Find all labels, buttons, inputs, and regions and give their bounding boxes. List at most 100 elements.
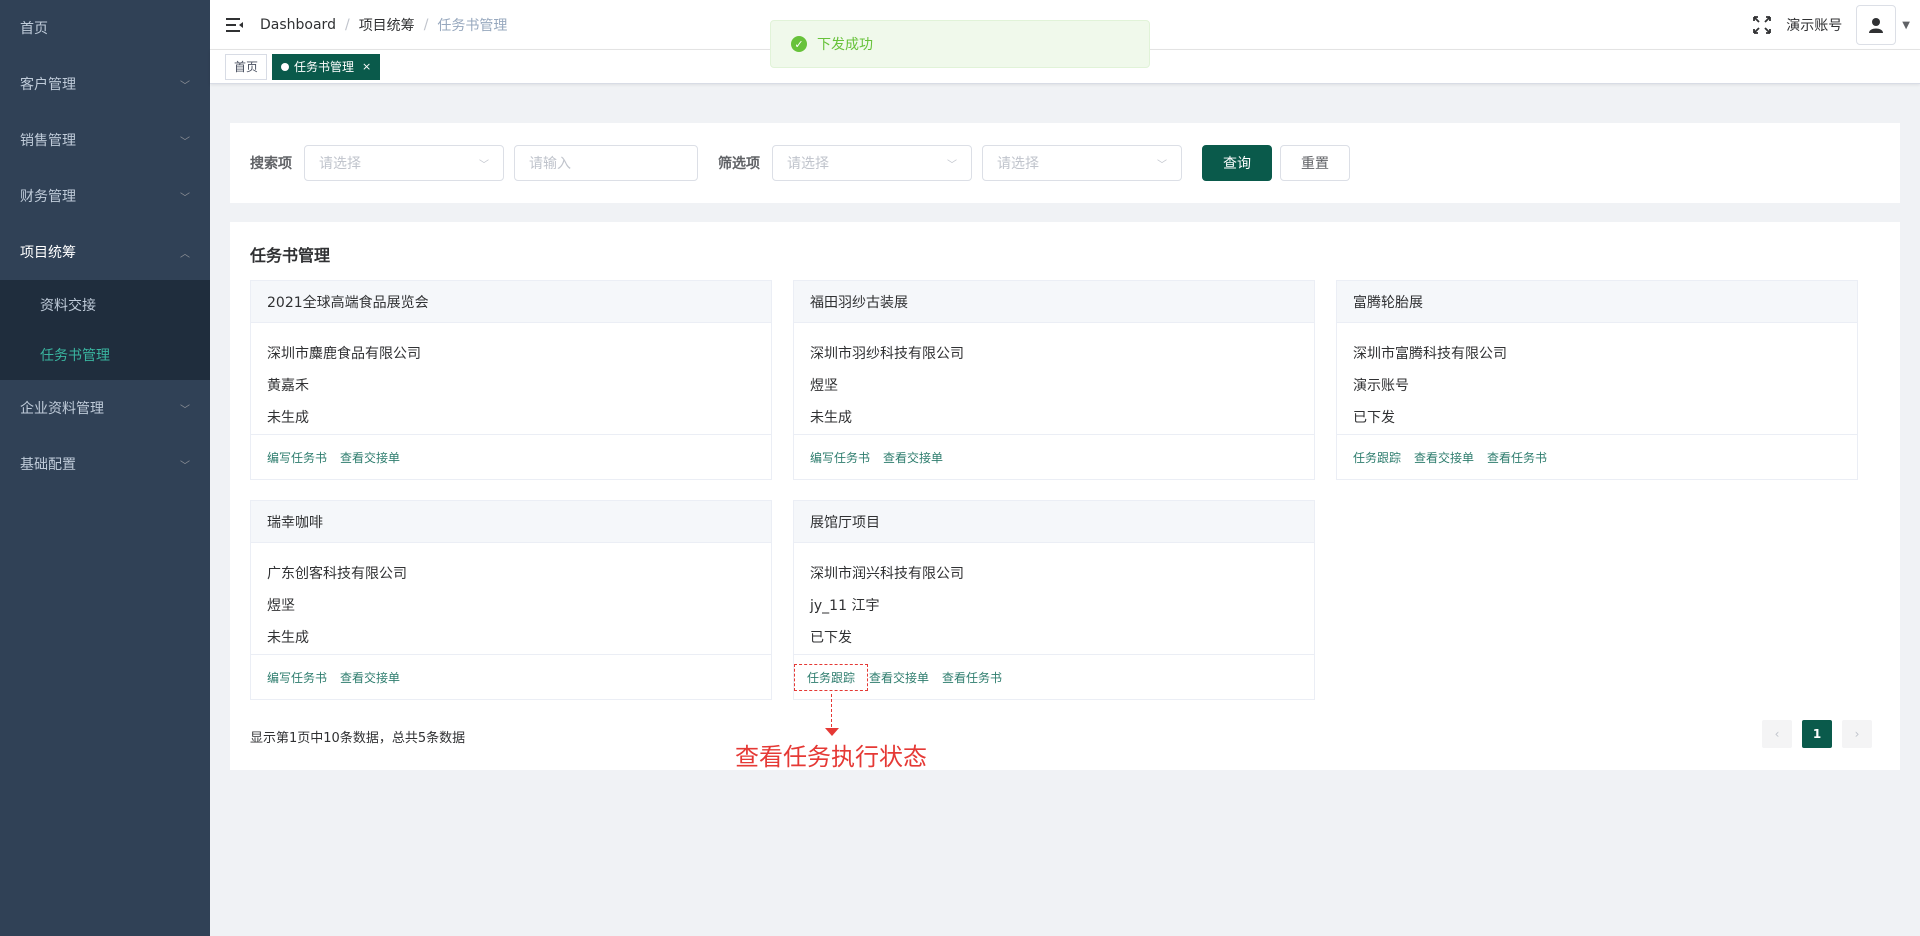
task-tracking-link[interactable]: 任务跟踪 <box>1353 449 1401 466</box>
submenu-item-handover[interactable]: 资料交接 <box>0 280 210 330</box>
tag-home[interactable]: 首页 <box>225 53 268 80</box>
card-body: 深圳市羽纱科技有限公司 煜坚 未生成 <box>794 323 1314 435</box>
card-body: 深圳市麋鹿食品有限公司 黄嘉禾 未生成 <box>251 323 771 435</box>
filter-label: 筛选项 <box>718 156 760 172</box>
menu-item-sales[interactable]: 销售管理 ﹀ <box>0 112 210 168</box>
card-title: 富腾轮胎展 <box>1337 281 1857 323</box>
menu-label: 销售管理 <box>20 133 76 149</box>
view-handover-link[interactable]: 查看交接单 <box>1414 449 1474 466</box>
close-icon[interactable]: × <box>362 55 371 79</box>
success-toast: ✓ 下发成功 <box>770 20 1150 68</box>
chevron-down-icon: ﹀ <box>180 136 190 148</box>
card-status: 已下发 <box>810 630 852 646</box>
menu-label: 客户管理 <box>20 77 76 93</box>
card-actions: 编写任务书 查看交接单 <box>251 435 771 479</box>
breadcrumb-project[interactable]: 项目统筹 <box>359 15 415 35</box>
filter-select-2[interactable]: 请选择 ﹀ <box>982 145 1182 181</box>
view-taskbook-link[interactable]: 查看任务书 <box>942 669 1002 686</box>
taskbook-card: 富腾轮胎展 深圳市富腾科技有限公司 演示账号 已下发 任务跟踪 查看交接单 查看… <box>1336 280 1858 480</box>
view-handover-link[interactable]: 查看交接单 <box>340 669 400 686</box>
select-placeholder: 请选择 <box>997 156 1039 172</box>
panel-title: 任务书管理 <box>250 246 331 265</box>
card-status: 未生成 <box>267 630 309 646</box>
tag-label: 首页 <box>234 59 259 74</box>
breadcrumb-current: 任务书管理 <box>437 17 508 34</box>
chevron-down-icon: ﹀ <box>180 192 190 204</box>
menu-label: 财务管理 <box>20 189 76 205</box>
query-button[interactable]: 查询 <box>1202 145 1272 181</box>
user-name[interactable]: 演示账号 <box>1786 15 1842 35</box>
user-avatar-dropdown[interactable]: ▼ <box>1856 5 1910 45</box>
card-title: 福田羽纱古装展 <box>794 281 1314 323</box>
card-body: 深圳市富腾科技有限公司 演示账号 已下发 <box>1337 323 1857 435</box>
view-handover-link[interactable]: 查看交接单 <box>869 669 929 686</box>
breadcrumb: Dashboard / 项目统筹 / 任务书管理 <box>260 15 507 35</box>
card-person: 黄嘉禾 <box>267 378 309 394</box>
search-input[interactable]: 请输入 <box>514 145 698 181</box>
card-status: 未生成 <box>810 410 852 426</box>
annotation-text: 查看任务执行状态 <box>735 743 927 771</box>
submenu-label: 任务书管理 <box>40 348 110 364</box>
view-handover-link[interactable]: 查看交接单 <box>883 449 943 466</box>
write-taskbook-link[interactable]: 编写任务书 <box>810 449 870 466</box>
menu-item-home[interactable]: 首页 <box>0 0 210 56</box>
tag-taskbook[interactable]: 任务书管理 × <box>272 53 381 80</box>
menu-item-base-config[interactable]: 基础配置 ﹀ <box>0 436 210 492</box>
card-status: 未生成 <box>267 410 309 426</box>
input-placeholder: 请输入 <box>529 156 571 172</box>
taskbook-card: 瑞幸咖啡 广东创客科技有限公司 煜坚 未生成 编写任务书 查看交接单 <box>250 500 772 700</box>
fullscreen-icon[interactable] <box>1752 15 1772 35</box>
caret-down-icon: ▼ <box>1902 19 1910 31</box>
select-placeholder: 请选择 <box>787 156 829 172</box>
card-company: 深圳市麋鹿食品有限公司 <box>267 346 421 362</box>
next-page-button[interactable]: › <box>1842 720 1872 748</box>
avatar[interactable] <box>1856 5 1897 45</box>
active-dot <box>281 62 290 71</box>
card-company: 深圳市羽纱科技有限公司 <box>810 346 964 362</box>
menu-item-finance[interactable]: 财务管理 ﹀ <box>0 168 210 224</box>
menu-label: 首页 <box>20 21 48 37</box>
card-title: 瑞幸咖啡 <box>251 501 771 543</box>
submenu-item-taskbook[interactable]: 任务书管理 <box>0 330 210 380</box>
chevron-down-icon: ﹀ <box>479 159 489 171</box>
filter-select-1[interactable]: 请选择 ﹀ <box>772 145 972 181</box>
menu-item-project[interactable]: 项目统筹 ︿ <box>0 224 210 280</box>
pagination-info: 显示第1页中10条数据，总共5条数据 <box>250 731 466 746</box>
card-actions: 编写任务书 查看交接单 <box>794 435 1314 479</box>
card-person: 煜坚 <box>267 598 295 614</box>
task-tracking-link[interactable]: 任务跟踪 <box>794 663 869 691</box>
menu-item-enterprise-docs[interactable]: 企业资料管理 ﹀ <box>0 380 210 436</box>
view-handover-link[interactable]: 查看交接单 <box>340 449 400 466</box>
tag-label: 任务书管理 <box>294 59 355 74</box>
prev-page-button[interactable]: ‹ <box>1762 720 1792 748</box>
menu-item-customer[interactable]: 客户管理 ﹀ <box>0 56 210 112</box>
card-title: 2021全球高端食品展览会 <box>251 281 771 323</box>
reset-button[interactable]: 重置 <box>1280 145 1350 181</box>
breadcrumb-dashboard[interactable]: Dashboard <box>260 17 336 33</box>
page-button-current[interactable]: 1 <box>1802 720 1832 748</box>
submenu-project: 资料交接 任务书管理 <box>0 280 210 380</box>
chevron-down-icon: ﹀ <box>180 80 190 92</box>
search-panel: 搜索项 请选择 ﹀ 请输入 筛选项 请选择 ﹀ 请选择 ﹀ 查询 重置 <box>230 123 1900 203</box>
write-taskbook-link[interactable]: 编写任务书 <box>267 449 327 466</box>
card-body: 深圳市润兴科技有限公司 jy_11 江宇 已下发 <box>794 543 1314 655</box>
card-actions: 任务跟踪 查看交接单 查看任务书 <box>1337 435 1857 479</box>
chevron-down-icon: ﹀ <box>1157 159 1167 171</box>
search-field-select[interactable]: 请选择 ﹀ <box>304 145 504 181</box>
chevron-down-icon: ﹀ <box>947 159 957 171</box>
card-title: 展馆厅项目 <box>794 501 1314 543</box>
sidebar: 首页 客户管理 ﹀ 销售管理 ﹀ 财务管理 ﹀ 项目统筹 ︿ 资料交接 任务书管理 企业… <box>0 0 210 936</box>
card-person: jy_11 江宇 <box>810 598 880 614</box>
view-taskbook-link[interactable]: 查看任务书 <box>1487 449 1547 466</box>
breadcrumb-separator: / <box>344 16 350 33</box>
toast-message: 下发成功 <box>817 37 873 53</box>
card-person: 煜坚 <box>810 378 838 394</box>
taskbook-card: 2021全球高端食品展览会 深圳市麋鹿食品有限公司 黄嘉禾 未生成 编写任务书 … <box>250 280 772 480</box>
navbar-right: 演示账号 ▼ <box>1752 0 1910 50</box>
write-taskbook-link[interactable]: 编写任务书 <box>267 669 327 686</box>
card-actions: 编写任务书 查看交接单 <box>251 655 771 699</box>
hamburger-icon[interactable] <box>210 0 260 50</box>
breadcrumb-separator: / <box>423 16 429 33</box>
menu-label: 企业资料管理 <box>20 401 104 417</box>
submenu-label: 资料交接 <box>40 298 96 314</box>
